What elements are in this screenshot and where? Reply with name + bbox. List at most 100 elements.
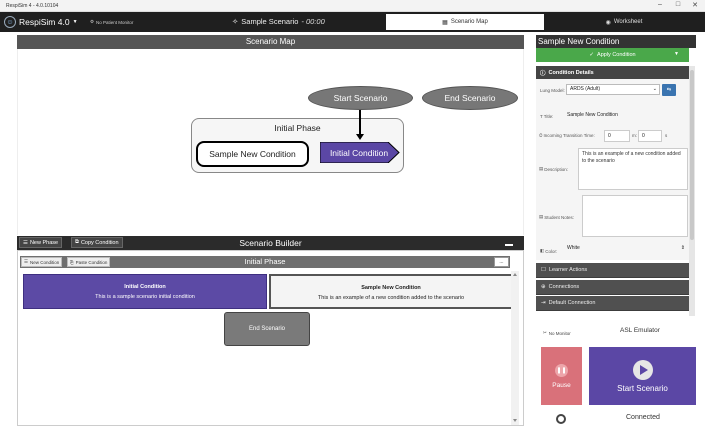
student-notes-label: Student Notes: [544,214,575,220]
pause-button[interactable]: ❚❚ Pause [541,347,582,405]
end-scenario-node[interactable]: End Scenario [422,86,518,110]
close-window-icon[interactable]: ✕ [689,1,701,9]
description-label: Description: [544,166,569,172]
description-label-row: ▤ Description: [539,166,568,172]
description-icon: ▤ [539,166,544,171]
minimize-panel-icon[interactable] [505,244,513,246]
scenario-builder-area: Initial Phase ☰ New Condition ⎘ Paste Co… [17,250,524,426]
patient-monitor-status[interactable]: ⚙ No Patient Monitor [90,19,133,25]
start-scenario-button[interactable]: Start Scenario [589,347,696,405]
default-connection-section[interactable]: ⇥ Default Connection [536,296,689,311]
lung-model-select[interactable]: ARDS (Adult) ⌄ [566,84,660,95]
lung-model-value: ARDS (Adult) [570,86,601,92]
apply-condition-label: Apply Condition [597,52,636,58]
brand-name: RespiSim 4.0 [19,17,70,27]
builder-scrollbar[interactable] [511,271,519,425]
seconds-unit: s [665,133,668,138]
select-updown-icon: ⇕ [680,245,685,251]
monitor-off-icon: ✂ [543,330,547,335]
copy-condition-label: Copy Condition [80,239,119,246]
learner-actions-section[interactable]: ☐ Learner Actions [536,263,689,278]
lifebuoy-icon[interactable] [556,414,566,424]
condition-details-label: Condition Details [548,69,594,76]
lung-settings-button[interactable]: ⇆ [662,84,676,96]
pause-icon: ❚❚ [555,363,568,377]
play-icon [632,359,653,380]
initial-condition-label: Initial Condition [329,147,389,158]
minimize-window-icon[interactable]: – [654,1,666,8]
tab-worksheet-label: Worksheet [613,19,643,25]
maximize-panel-icon[interactable] [524,239,533,247]
connection-arrow-line [359,110,361,136]
start-scenario-node[interactable]: Start Scenario [308,86,413,110]
paste-condition-button[interactable]: ⎘ Paste Condition [67,257,111,267]
condition-details-header[interactable]: ⓘ Condition Details [536,66,689,79]
title-label: Title: [543,114,554,119]
tab-scenario-map-label: Scenario Map [450,19,488,25]
default-connection-label: Default Connection [548,300,596,306]
sample-condition-node[interactable]: Sample New Condition [196,141,309,167]
list-icon: ☰ [24,259,29,264]
person-logo-icon: ☺ [4,16,16,28]
transition-label: Incoming Transition Time: [543,133,595,138]
scenario-time: - 00:00 [301,17,325,26]
pause-label: Pause [552,381,571,389]
color-label-row: ◧ Color: [540,248,557,254]
transition-minutes-input[interactable]: 0 [604,130,630,142]
minutes-unit: m: [632,133,637,138]
learner-icon: ☐ [541,267,546,273]
gear-icon: ⚙ [90,19,95,24]
tab-worksheet[interactable]: ◉ Worksheet [545,14,703,30]
end-scenario-card[interactable]: End Scenario [224,312,310,346]
right-panel-scroll-thumb[interactable] [690,70,694,240]
apply-caret-icon[interactable]: ▼ [674,51,679,57]
student-notes-textarea[interactable] [582,195,688,237]
lung-model-label: Lung Model: [540,88,565,93]
phase-options-dropdown[interactable]: ... [494,257,509,267]
scenario-title: ✧ Sample Scenario - 00:00 [232,17,325,26]
new-phase-button[interactable]: ☰ New Phase [19,237,63,248]
notes-icon: ▤ [539,214,544,219]
check-icon: ✓ [589,52,595,58]
color-select[interactable]: White ⇕ [564,244,688,255]
connection-status: Connected [626,414,660,421]
maximize-window-icon[interactable]: □ [672,1,684,8]
transition-seconds-input[interactable]: 0 [638,130,662,142]
tab-scenario-map[interactable]: ▦ Scenario Map [386,14,544,30]
scenario-icon: ✧ [232,17,239,26]
initial-condition-node[interactable]: Initial Condition [319,141,400,164]
card-description: This is a sample scenario initial condit… [95,294,195,300]
select-arrow-icon: ⌄ [652,86,657,92]
card-title: Initial Condition [124,284,166,290]
apply-condition-button[interactable]: ✓ Apply Condition [536,48,689,62]
title-label-row: T Title: [540,114,553,119]
no-monitor-status[interactable]: ✂ No Monitor [543,330,571,336]
condition-panel-title: Sample New Condition [536,35,696,48]
connection-arrow-head [356,134,364,140]
connections-label: Connections [548,284,580,290]
copy-condition-button[interactable]: ⧉ Copy Condition [71,237,123,248]
worksheet-icon: ◉ [605,19,611,26]
description-textarea[interactable]: This is an example of a new condition ad… [578,148,688,190]
start-scenario-label: Start Scenario [617,383,668,393]
initial-condition-card[interactable]: Initial Condition This is a sample scena… [23,274,267,309]
color-label: Color: [545,248,558,254]
connections-section[interactable]: ⊕ Connections [536,280,689,295]
scroll-up-icon[interactable] [513,273,517,276]
scenario-builder-header: Scenario Builder ☰ New Phase ⧉ Copy Cond… [17,236,533,250]
sample-condition-card[interactable]: Sample New Condition This is an example … [269,274,513,309]
color-value: White [567,245,580,251]
palette-icon: ◧ [540,248,545,253]
clock-icon: ⏱ [539,133,543,138]
student-notes-label-row: ▤ Student Notes: [539,214,574,220]
asl-emulator-label: ASL Emulator [620,327,660,334]
new-condition-button[interactable]: ☰ New Condition [21,257,63,267]
window-titlebar: RespiSim 4 - 4.0.10104 – □ ✕ [0,0,705,12]
new-phase-label: New Phase [29,239,59,246]
scroll-down-icon[interactable] [513,419,517,422]
map-icon: ▦ [442,19,448,26]
new-condition-label: New Condition [30,259,60,265]
title-field[interactable]: Sample New Condition [564,110,688,122]
top-nav: ☺ RespiSim 4.0 ▼ ⚙ No Patient Monitor ✧ … [0,12,705,32]
brand-menu[interactable]: ☺ RespiSim 4.0 ▼ [4,15,78,29]
